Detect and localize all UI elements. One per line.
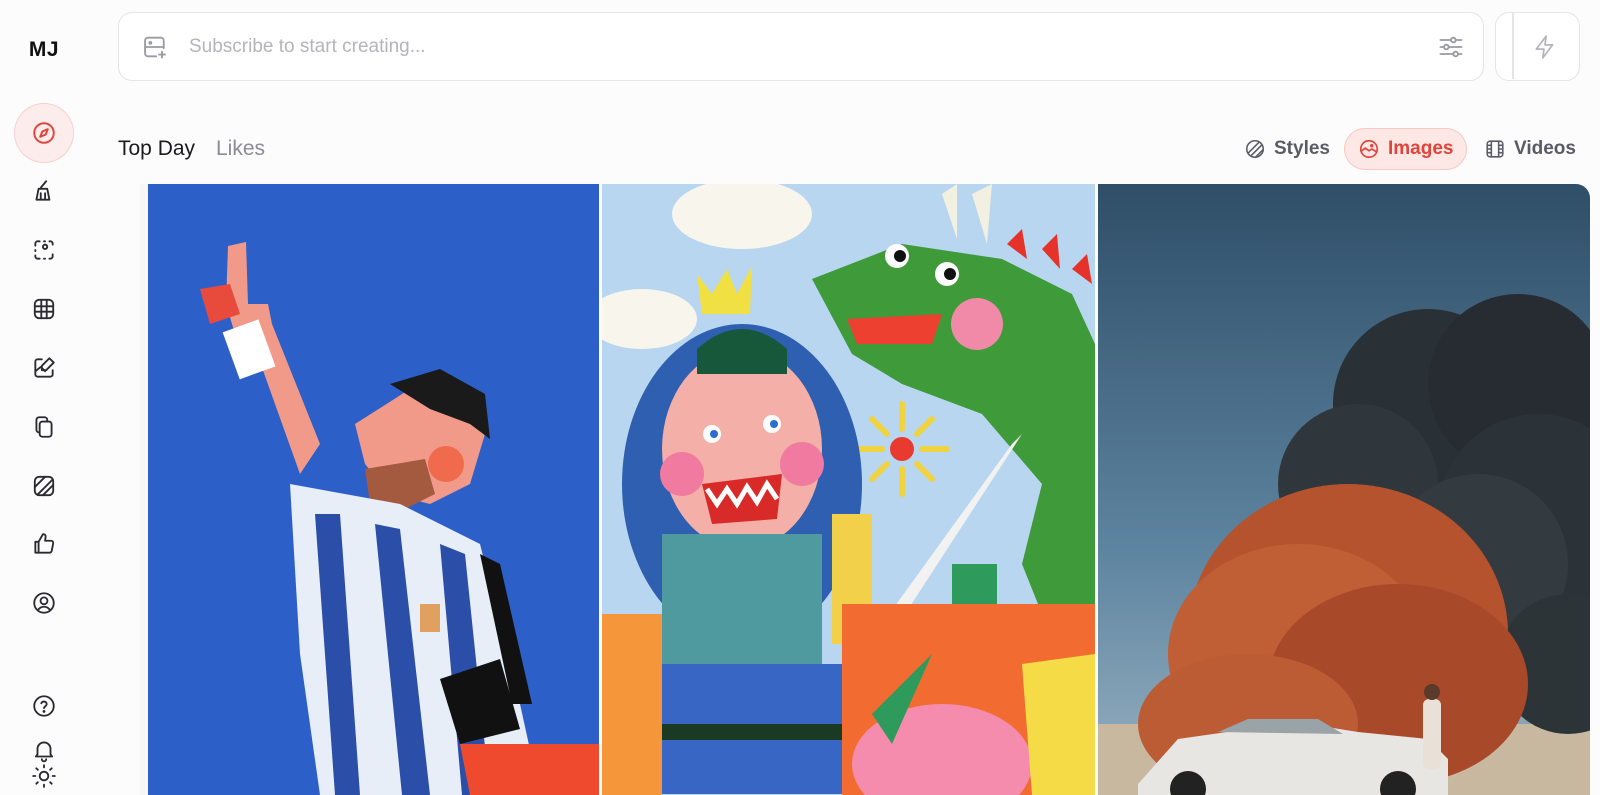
image-icon bbox=[1359, 139, 1379, 159]
help-icon bbox=[33, 695, 55, 717]
filter-styles-label: Styles bbox=[1274, 138, 1330, 159]
thumbs-up-icon bbox=[34, 533, 55, 554]
tab-top-day[interactable]: Top Day bbox=[118, 137, 195, 161]
nav-organize[interactable] bbox=[14, 279, 74, 339]
tab-likes[interactable]: Likes bbox=[216, 137, 265, 161]
compass-icon bbox=[33, 122, 55, 144]
nav-personalize[interactable] bbox=[14, 338, 74, 398]
selection-icon bbox=[34, 240, 54, 260]
fast-mode-button[interactable] bbox=[1495, 12, 1580, 81]
football-player-illustration bbox=[140, 184, 599, 795]
filter-styles[interactable]: Styles bbox=[1230, 128, 1344, 170]
grid-icon bbox=[33, 298, 55, 320]
copy-icon bbox=[35, 416, 53, 438]
bell-icon bbox=[34, 741, 54, 763]
nav-theme[interactable] bbox=[14, 763, 74, 795]
nav-explore[interactable] bbox=[14, 103, 74, 163]
gallery-image-knight-dragon[interactable] bbox=[602, 184, 1095, 795]
edit-image-icon bbox=[34, 357, 55, 378]
styles-icon bbox=[33, 475, 55, 497]
sidebar: MJ bbox=[0, 0, 88, 795]
gallery-image-car-explosion[interactable] bbox=[1098, 184, 1590, 795]
divider bbox=[1512, 13, 1514, 79]
bolt-icon bbox=[1534, 34, 1553, 59]
filter-videos-label: Videos bbox=[1514, 138, 1576, 159]
knight-dragon-painting bbox=[602, 184, 1095, 795]
image-gallery bbox=[118, 184, 1590, 795]
nav-create[interactable] bbox=[14, 161, 74, 221]
nav-styles[interactable] bbox=[14, 456, 74, 516]
nav-copies[interactable] bbox=[14, 397, 74, 457]
filter-images-label: Images bbox=[1388, 138, 1454, 159]
brush-icon bbox=[35, 180, 51, 201]
profile-icon bbox=[33, 592, 55, 614]
prompt-input[interactable] bbox=[189, 33, 1389, 61]
filter-images[interactable]: Images bbox=[1344, 128, 1468, 170]
prompt-bar bbox=[118, 12, 1484, 81]
nav-likes[interactable] bbox=[14, 514, 74, 574]
add-image-icon[interactable] bbox=[141, 33, 169, 61]
car-explosion-photo bbox=[1098, 184, 1590, 795]
nav-profile[interactable] bbox=[14, 573, 74, 633]
settings-sliders-icon[interactable] bbox=[1437, 33, 1465, 61]
app-logo[interactable]: MJ bbox=[0, 38, 88, 62]
film-icon bbox=[1486, 140, 1504, 158]
sun-icon bbox=[32, 764, 56, 788]
filter-videos[interactable]: Videos bbox=[1470, 128, 1590, 170]
gallery-image-football-player[interactable] bbox=[140, 184, 599, 795]
styles-icon bbox=[1245, 139, 1265, 159]
nav-edit[interactable] bbox=[14, 220, 74, 280]
